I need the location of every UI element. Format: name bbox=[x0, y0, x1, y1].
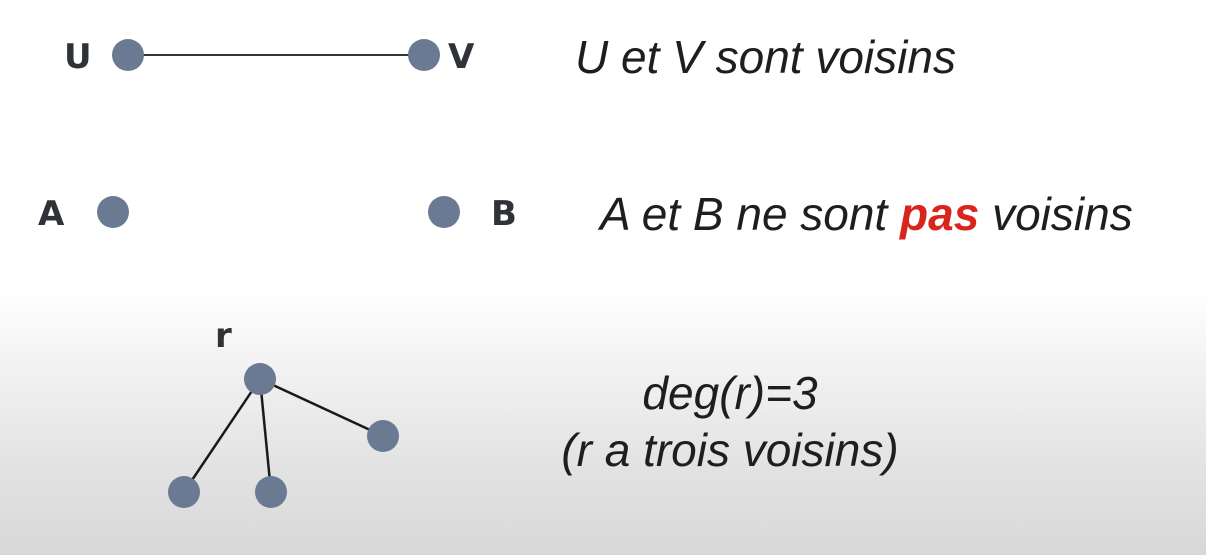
caption-a-b-after: voisins bbox=[979, 188, 1133, 240]
edge-r-n2 bbox=[258, 378, 273, 493]
edge-r-n3 bbox=[259, 377, 384, 438]
caption-a-b-before: A et B ne sont bbox=[600, 188, 901, 240]
node-r-label: r bbox=[215, 316, 232, 356]
edge-r-n1 bbox=[182, 378, 262, 493]
node-r-neighbor-3 bbox=[367, 420, 399, 452]
node-v bbox=[408, 39, 440, 71]
node-u-label: U bbox=[64, 37, 92, 77]
node-b-label: B bbox=[491, 194, 517, 234]
node-r bbox=[244, 363, 276, 395]
node-v-label: V bbox=[448, 37, 475, 77]
caption-degree: deg(r)=3 bbox=[642, 367, 818, 419]
node-u bbox=[112, 39, 144, 71]
caption-a-b: A et B ne sont pas voisins bbox=[600, 191, 1133, 237]
caption-a-b-emphasis: pas bbox=[900, 188, 980, 240]
node-r-neighbor-1 bbox=[168, 476, 200, 508]
node-r-neighbor-2 bbox=[255, 476, 287, 508]
caption-degree-explanation: (r a trois voisins) bbox=[561, 424, 899, 476]
node-b bbox=[428, 196, 460, 228]
node-a-label: A bbox=[38, 194, 65, 234]
node-a bbox=[97, 196, 129, 228]
caption-u-v: U et V sont voisins bbox=[575, 31, 956, 83]
